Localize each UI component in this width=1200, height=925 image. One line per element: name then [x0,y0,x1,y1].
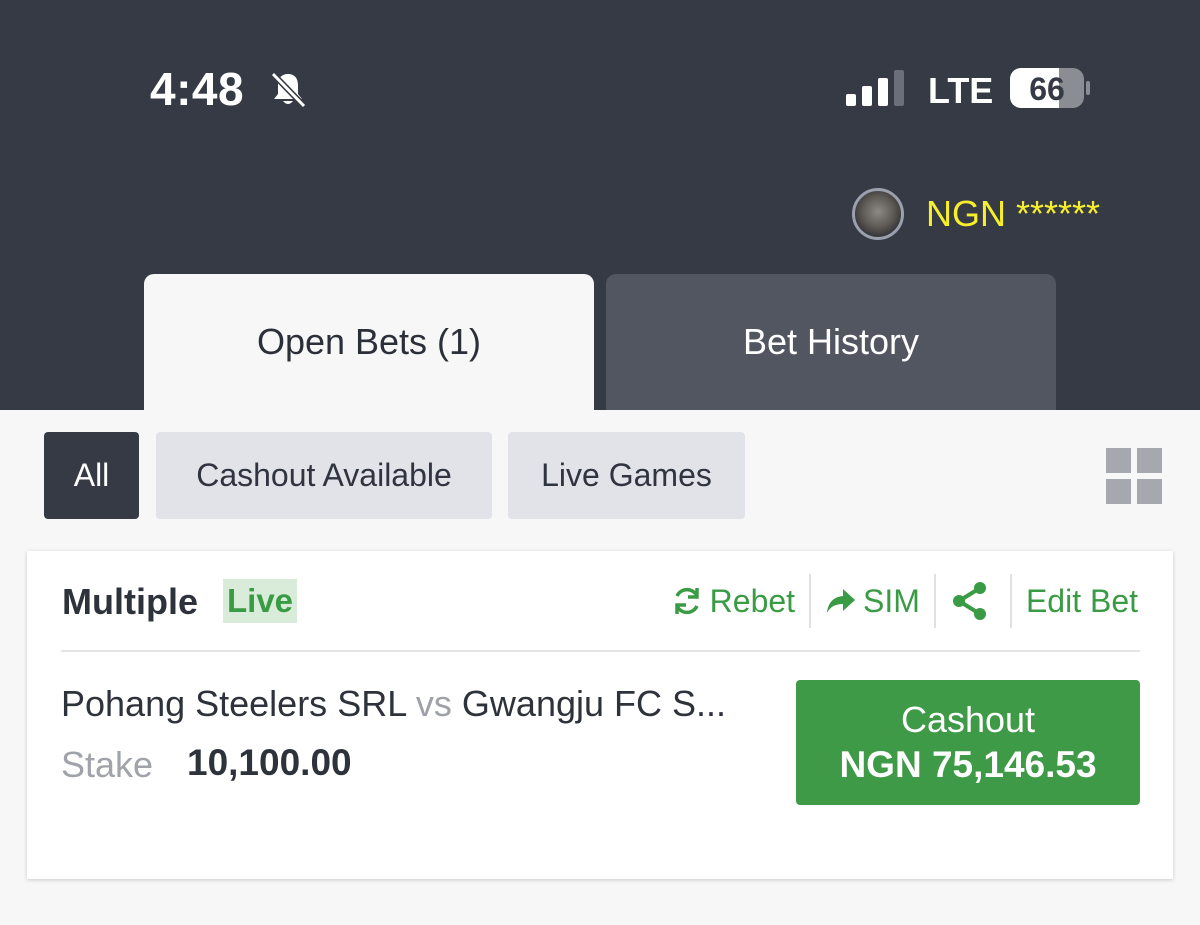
battery-icon: 66 [1010,68,1090,108]
balance-text: NGN ****** [926,193,1101,234]
header: 4:48 LTE 66 NGN ****** Open Bets (1) Bet… [0,0,1200,410]
tab-open-bets[interactable]: Open Bets (1) [144,274,594,410]
avatar[interactable] [852,188,904,240]
grid-view-icon[interactable] [1106,448,1162,504]
cashout-label: Cashout [900,698,1036,740]
rebet-button[interactable]: Rebet [656,573,809,629]
account-balance[interactable]: NGN ****** [852,186,1100,242]
filter-live-games[interactable]: Live Games [508,432,745,519]
rebet-label: Rebet [709,582,796,619]
network-type: LTE [928,70,994,111]
sim-label: SIM [863,582,920,619]
signal-icon [846,70,904,106]
cashout-amount: NGN 75,146.53 [839,743,1097,785]
stake-label: Stake [61,744,154,785]
vs-label: vs [415,683,452,724]
home-team: Pohang Steelers SRL [61,683,406,724]
away-team: Gwangju FC S... [461,683,727,724]
match-title[interactable]: Pohang Steelers SRL vs Gwangju FC S... [61,683,726,725]
status-time: 4:48 [150,63,245,115]
bell-slash-icon [270,71,307,109]
live-badge: Live [223,579,298,623]
tab-bet-history[interactable]: Bet History [606,274,1056,410]
bet-actions: Rebet SIM Edit Bet [656,573,1138,629]
battery-level: 66 [1029,71,1065,107]
filter-all[interactable]: All [44,432,139,519]
card-divider [61,650,1140,652]
share-arrow-icon [827,589,856,613]
sim-button[interactable]: SIM [811,573,934,629]
bet-card: Multiple Live Rebet SIM Edit Bet Pohang … [27,551,1173,879]
edit-bet-button[interactable]: Edit Bet [1012,573,1138,629]
stake-value: 10,100.00 [187,742,352,783]
cashout-button[interactable]: Cashout NGN 75,146.53 [796,680,1140,805]
share-icon [952,582,986,620]
refresh-icon [674,587,699,615]
share-button[interactable] [936,573,1010,629]
filter-cashout-available[interactable]: Cashout Available [156,432,492,519]
bet-type: Multiple [62,581,198,622]
